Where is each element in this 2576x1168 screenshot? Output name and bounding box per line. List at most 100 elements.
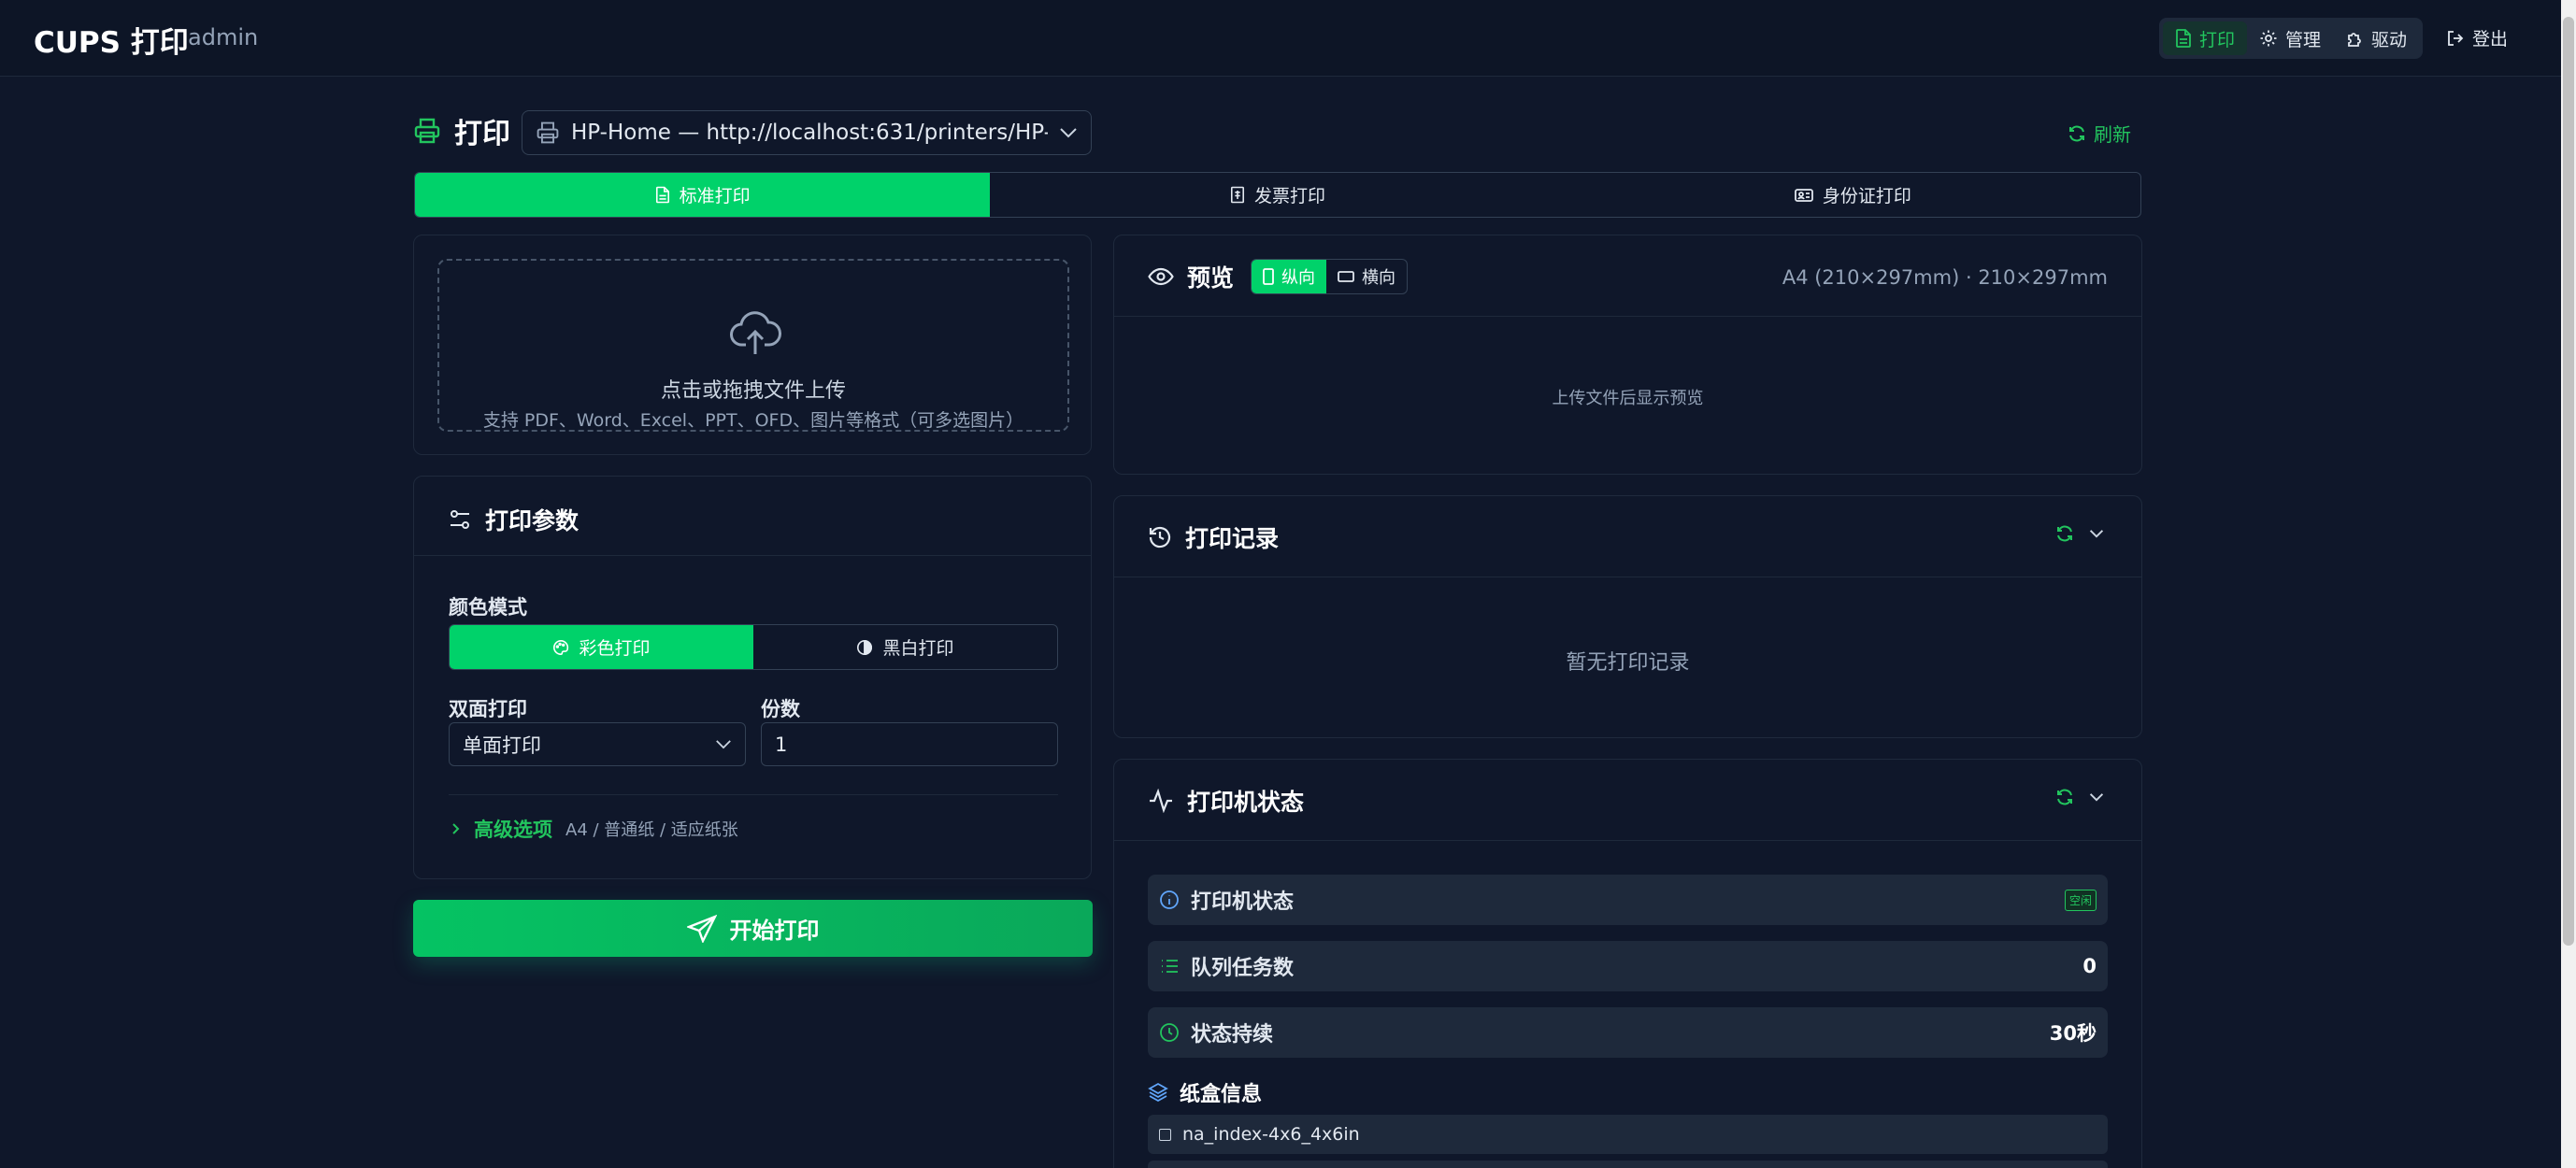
history-actions [2055, 524, 2104, 543]
divider [1114, 840, 2141, 841]
cloud-upload-icon [729, 309, 781, 358]
file-text-icon [2175, 29, 2192, 48]
orientation-toggle: 纵向 横向 [1251, 259, 1408, 294]
palette-icon [552, 639, 569, 656]
nav-print[interactable]: 打印 [2163, 21, 2248, 55]
refresh-button[interactable]: 刷新 [2068, 120, 2131, 147]
scrollbar-thumb[interactable] [2563, 17, 2574, 946]
status-row-label: 队列任务数 [1191, 957, 1295, 980]
printer-select-value: HP-Home — http://localhost:631/printers/… [571, 121, 1048, 145]
tray-name: na_index-4x6_4x6in [1182, 1124, 1360, 1145]
color-mode-label: 颜色模式 [449, 596, 527, 619]
copies-label: 份数 [761, 698, 800, 720]
advanced-options-summary: A4 / 普通纸 / 适应纸张 [565, 820, 738, 840]
preview-header: 预览 [1148, 260, 1234, 293]
refresh-icon[interactable] [2055, 524, 2074, 543]
advanced-options-label: 高级选项 [474, 819, 552, 841]
color-print-label: 彩色打印 [579, 638, 651, 659]
nav-print-label: 打印 [2199, 29, 2236, 50]
file-dropzone[interactable]: 点击或拖拽文件上传 支持 PDF、Word、Excel、PPT、OFD、图片等格… [437, 259, 1069, 432]
landscape-option[interactable]: 横向 [1326, 260, 1407, 293]
preview-card: 预览 纵向 横向 A4 (210×297mm) · 210×297mm 上传文件… [1113, 235, 2142, 475]
landscape-icon [1338, 271, 1354, 282]
send-icon [686, 914, 717, 943]
copies-input[interactable]: 1 [761, 722, 1058, 766]
nav-manage-label: 管理 [2285, 29, 2322, 50]
trays-title: 纸盒信息 [1180, 1083, 1263, 1106]
chevron-down-icon [715, 739, 732, 749]
clock-icon [1159, 1022, 1180, 1043]
chevron-down-icon [1059, 127, 1078, 138]
page-heading: 打印 [413, 110, 510, 151]
info-icon [1159, 890, 1180, 910]
advanced-options-toggle[interactable]: 高级选项 A4 / 普通纸 / 适应纸张 [451, 815, 738, 843]
upload-title: 点击或拖拽文件上传 [660, 379, 846, 403]
duplex-label: 双面打印 [449, 698, 527, 720]
tab-label: 身份证打印 [1822, 186, 1911, 207]
printer-icon [413, 117, 441, 145]
tab-invoice-print[interactable]: 发票打印 [990, 173, 1565, 217]
page-title: 打印 [454, 118, 510, 150]
status-row-state: 打印机状态 空闲 [1148, 875, 2108, 925]
status-title: 打印机状态 [1187, 789, 1305, 816]
activity-icon [1148, 789, 1174, 813]
tab-standard-print[interactable]: 标准打印 [415, 173, 991, 217]
nav-driver-label: 驱动 [2371, 29, 2408, 50]
upload-card: 点击或拖拽文件上传 支持 PDF、Word、Excel、PPT、OFD、图片等格… [413, 235, 1092, 455]
color-print-option[interactable]: 彩色打印 [450, 625, 753, 669]
list-icon [1159, 956, 1180, 976]
logout-icon [2446, 29, 2465, 48]
logout-button[interactable]: 登出 [2446, 25, 2508, 50]
nav-manage[interactable]: 管理 [2247, 21, 2333, 55]
bw-print-label: 黑白打印 [882, 638, 954, 659]
upload-hint: 支持 PDF、Word、Excel、PPT、OFD、图片等格式（可多选图片） [482, 410, 1024, 431]
tab-label: 发票打印 [1253, 186, 1325, 207]
portrait-icon [1263, 268, 1274, 285]
receipt-icon [1230, 186, 1245, 204]
duplex-value: 单面打印 [463, 734, 541, 757]
logout-label: 登出 [2472, 29, 2509, 50]
history-empty-text: 暂无打印记录 [1566, 651, 1690, 675]
bw-print-option[interactable]: 黑白打印 [753, 625, 1057, 669]
divider [449, 794, 1058, 795]
sliders-icon [448, 507, 472, 532]
app-title: CUPS 打印 [34, 26, 189, 60]
copies-value: 1 [775, 733, 788, 756]
tray-item [1148, 1161, 2108, 1168]
tray-item: na_index-4x6_4x6in [1148, 1115, 2108, 1154]
chevron-down-icon[interactable] [2089, 529, 2104, 538]
history-header: 打印记录 [1148, 520, 1279, 554]
trays-header: 纸盒信息 [1148, 1077, 1262, 1107]
tab-label: 标准打印 [679, 186, 751, 207]
chevron-down-icon[interactable] [2089, 792, 2104, 802]
params-header: 打印参数 [448, 503, 579, 536]
history-icon [1148, 525, 1172, 549]
tab-id-card-print[interactable]: 身份证打印 [1566, 173, 2140, 217]
top-nav: 打印 管理 驱动 [2159, 18, 2424, 59]
landscape-label: 横向 [1362, 268, 1395, 288]
refresh-icon[interactable] [2055, 788, 2074, 806]
queue-count: 0 [2082, 955, 2097, 977]
status-header: 打印机状态 [1148, 784, 1304, 818]
status-row-label: 打印机状态 [1191, 890, 1295, 914]
duplex-select[interactable]: 单面打印 [449, 722, 746, 766]
chevron-right-icon [451, 822, 461, 835]
history-title: 打印记录 [1185, 525, 1280, 552]
status-row-duration: 状态持续 30秒 [1148, 1007, 2108, 1058]
print-mode-tabs: 标准打印 发票打印 身份证打印 [414, 172, 2141, 218]
id-card-icon [1794, 188, 1813, 203]
file-text-icon [655, 186, 670, 204]
eye-icon [1148, 267, 1174, 286]
printer-icon [536, 121, 560, 145]
contrast-icon [856, 639, 873, 656]
nav-driver[interactable]: 驱动 [2333, 21, 2419, 55]
status-actions [2055, 788, 2104, 806]
portrait-option[interactable]: 纵向 [1252, 260, 1326, 293]
params-title: 打印参数 [485, 507, 580, 534]
divider [1114, 316, 2141, 317]
divider [414, 555, 1091, 556]
portrait-label: 纵向 [1281, 268, 1315, 288]
start-print-button[interactable]: 开始打印 [413, 900, 1093, 957]
printer-select[interactable]: HP-Home — http://localhost:631/printers/… [522, 110, 1092, 155]
status-badge: 空闲 [2064, 889, 2097, 911]
